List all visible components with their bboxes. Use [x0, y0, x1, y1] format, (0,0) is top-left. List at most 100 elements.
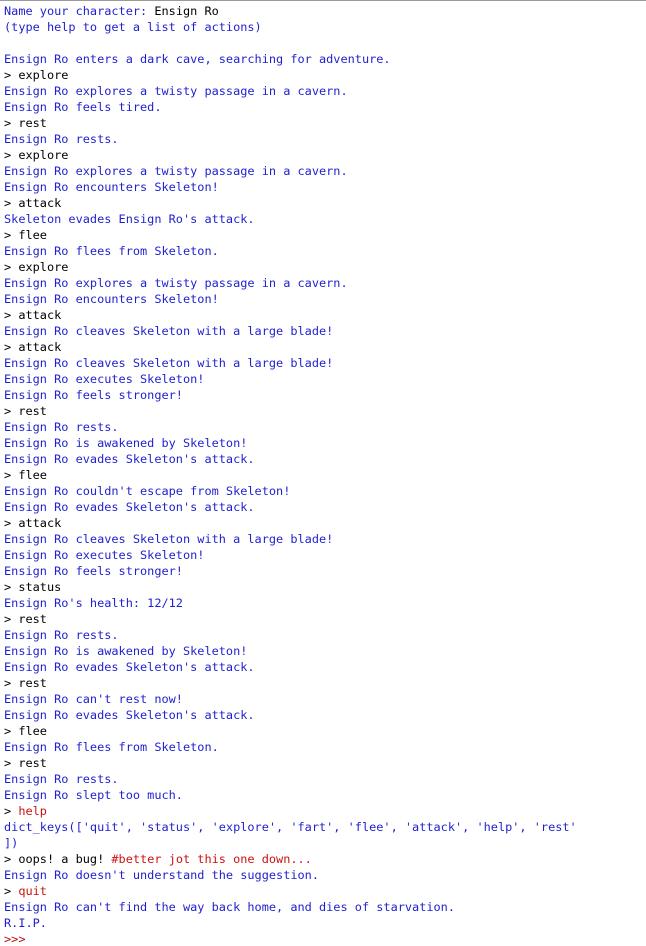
output-text: Ensign Ro flees from Skeleton. [4, 740, 219, 754]
shell-prompt[interactable]: >>> [4, 931, 646, 946]
output-text: dict_keys(['quit', 'status', 'explore', … [4, 820, 577, 834]
output-text: Ensign Ro executes Skeleton! [4, 372, 205, 386]
output-text: Ensign Ro explores a twisty passage in a… [4, 164, 348, 178]
command-line: > attack [4, 515, 646, 531]
output-line: Ensign Ro doesn't understand the suggest… [4, 867, 646, 883]
output-line: Ensign Ro evades Skeleton's attack. [4, 659, 646, 675]
output-text: Ensign Ro explores a twisty passage in a… [4, 84, 348, 98]
output-line: Ensign Ro cleaves Skeleton with a large … [4, 355, 646, 371]
command-line: > help [4, 803, 646, 819]
output-text: R.I.P. [4, 916, 47, 930]
output-text: Ensign Ro encounters Skeleton! [4, 292, 219, 306]
prompt-text[interactable]: >>> [4, 932, 33, 946]
output-text: Ensign Ro is awakened by Skeleton! [4, 644, 248, 658]
output-line: R.I.P. [4, 915, 646, 931]
output-text: Ensign Ro can't rest now! [4, 692, 183, 706]
output-text: Ensign Ro flees from Skeleton. [4, 244, 219, 258]
output-text: Ensign Ro enters a dark cave, searching … [4, 52, 391, 66]
output-line: Ensign Ro encounters Skeleton! [4, 179, 646, 195]
output-text: Ensign Ro cleaves Skeleton with a large … [4, 532, 334, 546]
output-line: Ensign Ro rests. [4, 771, 646, 787]
command-text: > status [4, 580, 62, 594]
command-text: > attack [4, 516, 62, 530]
output-text: Ensign Ro evades Skeleton's attack. [4, 708, 255, 722]
output-text: Ensign Ro evades Skeleton's attack. [4, 500, 255, 514]
output-line: Ensign Ro feels stronger! [4, 387, 646, 403]
command-text: > flee [4, 228, 47, 242]
output-text: Ensign Ro executes Skeleton! [4, 548, 205, 562]
output-text: Ensign Ro cleaves Skeleton with a large … [4, 324, 334, 338]
command-line: > rest [4, 115, 646, 131]
command-text: > oops! a bug! [4, 852, 112, 866]
output-line: Ensign Ro is awakened by Skeleton! [4, 435, 646, 451]
output-line: (type help to get a list of actions) [4, 19, 646, 35]
command-line: > rest [4, 611, 646, 627]
output-text: Ensign Ro explores a twisty passage in a… [4, 276, 348, 290]
output-text: Ensign Ro rests. [4, 420, 119, 434]
command-line: > explore [4, 147, 646, 163]
command-text: > rest [4, 612, 47, 626]
command-prefix: > [4, 884, 19, 898]
output-line: Ensign Ro explores a twisty passage in a… [4, 163, 646, 179]
command-text: > rest [4, 404, 47, 418]
output-line: Ensign Ro encounters Skeleton! [4, 291, 646, 307]
output-text: Ensign Ro feels tired. [4, 100, 162, 114]
output-text: Ensign Ro slept too much. [4, 788, 183, 802]
command-line: > explore [4, 259, 646, 275]
command-line: > oops! a bug! #better jot this one down… [4, 851, 646, 867]
command-text: > attack [4, 340, 62, 354]
output-text: Ensign Ro feels stronger! [4, 564, 183, 578]
output-text: (type help to get a list of actions) [4, 20, 262, 34]
output-line: Ensign Ro executes Skeleton! [4, 371, 646, 387]
command-text: > flee [4, 468, 47, 482]
shell-output[interactable]: Name your character: Ensign Ro (type help… [4, 3, 646, 946]
output-line: Ensign Ro flees from Skeleton. [4, 739, 646, 755]
output-line: Ensign Ro rests. [4, 419, 646, 435]
output-line: Ensign Ro evades Skeleton's attack. [4, 451, 646, 467]
output-text: Ensign Ro rests. [4, 132, 119, 146]
python-shell-window[interactable]: Name your character: Ensign Ro (type help… [0, 0, 646, 946]
output-line: dict_keys(['quit', 'status', 'explore', … [4, 819, 646, 835]
output-line: Ensign Ro evades Skeleton's attack. [4, 499, 646, 515]
output-text: Ensign Ro is awakened by Skeleton! [4, 436, 248, 450]
output-line: Ensign Ro can't find the way back home, … [4, 899, 646, 915]
output-line: Ensign Ro's health: 12/12 [4, 595, 646, 611]
output-text: Ensign Ro cleaves Skeleton with a large … [4, 356, 334, 370]
output-line: Ensign Ro is awakened by Skeleton! [4, 643, 646, 659]
output-text: Ensign Ro feels stronger! [4, 388, 183, 402]
command-line: > flee [4, 723, 646, 739]
output-text: Skeleton evades Ensign Ro's attack. [4, 212, 255, 226]
character-name-entry: Ensign Ro [154, 4, 219, 18]
command-line: > attack [4, 339, 646, 355]
output-line: Ensign Ro enters a dark cave, searching … [4, 51, 646, 67]
command-line: > attack [4, 195, 646, 211]
command-line: > status [4, 579, 646, 595]
command-text: > rest [4, 756, 47, 770]
output-line: Ensign Ro rests. [4, 131, 646, 147]
command-keyword: help [18, 804, 47, 818]
output-line: Name your character: Ensign Ro [4, 3, 646, 19]
command-text: > rest [4, 116, 47, 130]
output-text: Name your character: [4, 4, 155, 18]
command-line: > rest [4, 755, 646, 771]
output-line: Ensign Ro feels stronger! [4, 563, 646, 579]
command-text: > attack [4, 308, 62, 322]
command-line: > quit [4, 883, 646, 899]
output-line: Ensign Ro evades Skeleton's attack. [4, 707, 646, 723]
command-line: > flee [4, 227, 646, 243]
output-line: Ensign Ro explores a twisty passage in a… [4, 275, 646, 291]
command-text: > rest [4, 676, 47, 690]
output-text: Ensign Ro doesn't understand the suggest… [4, 868, 319, 882]
command-text: > explore [4, 148, 69, 162]
output-line: Ensign Ro cleaves Skeleton with a large … [4, 323, 646, 339]
command-line: > rest [4, 403, 646, 419]
command-line: > attack [4, 307, 646, 323]
command-text: > explore [4, 260, 69, 274]
command-keyword: quit [18, 884, 47, 898]
output-text: Ensign Ro can't find the way back home, … [4, 900, 456, 914]
command-line: > explore [4, 67, 646, 83]
command-text: > attack [4, 196, 62, 210]
output-line: Ensign Ro executes Skeleton! [4, 547, 646, 563]
output-text: Ensign Ro evades Skeleton's attack. [4, 660, 255, 674]
